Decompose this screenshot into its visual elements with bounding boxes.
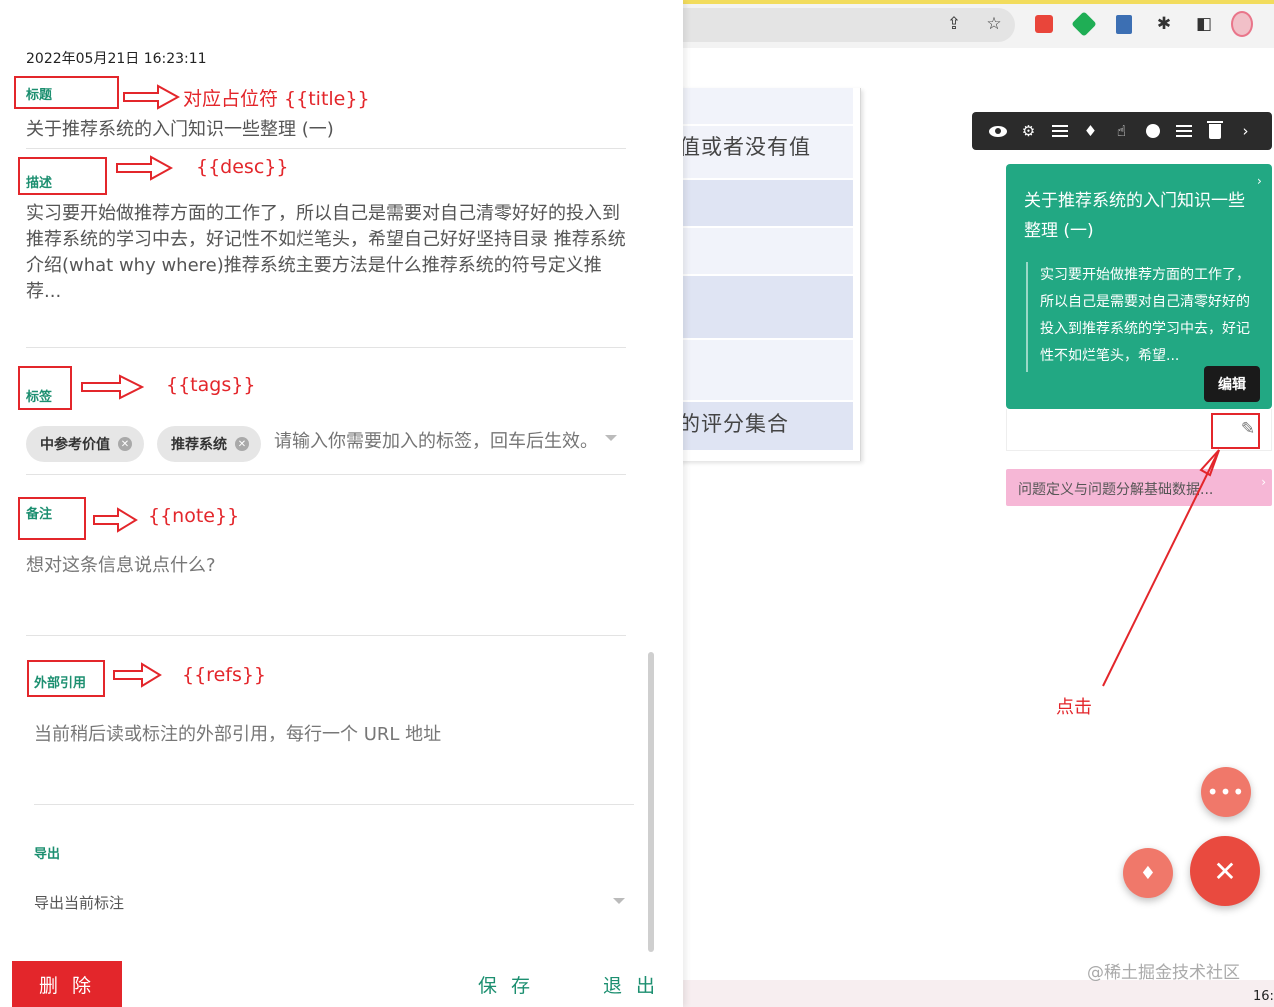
tag-chip[interactable]: 中参考价值 ✕ [26, 426, 144, 462]
pink-card-text: 问题定义与问题分解基础数据... [1018, 482, 1214, 498]
side-panel-icon[interactable]: ◧ [1193, 13, 1215, 35]
note-label: 备注 [26, 507, 53, 522]
close-fab-button[interactable]: ✕ [1190, 836, 1260, 906]
align-left-icon[interactable] [1174, 122, 1193, 141]
divider [26, 148, 626, 149]
highlighter-icon[interactable]: ♦ [1081, 122, 1100, 141]
info-icon[interactable] [1143, 122, 1162, 141]
share-icon[interactable]: ⇪ [943, 13, 965, 35]
delete-button[interactable]: 删 除 [12, 961, 122, 1007]
eye-icon[interactable] [988, 122, 1007, 141]
tags-label: 标签 [26, 390, 53, 405]
chevron-right-icon[interactable]: › [1261, 475, 1266, 489]
edit-tooltip: 编辑 [1204, 366, 1260, 402]
article-text-line: 值或者没有值 [679, 135, 811, 159]
card-footer [1006, 409, 1272, 451]
more-fab-button[interactable]: ••• [1201, 767, 1251, 817]
watermark: @稀土掘金技术社区 [1087, 963, 1240, 983]
taskbar [677, 980, 1274, 1007]
bookmark-star-icon[interactable]: ☆ [983, 13, 1005, 35]
note-field[interactable]: 想对这条信息说点什么? [26, 551, 216, 577]
refs-label: 外部引用 [34, 676, 87, 691]
article-text-line: 的评分集合 [679, 412, 789, 436]
annotation-card-pink[interactable]: 问题定义与问题分解基础数据... › [1006, 469, 1272, 506]
tag-chip-label: 推荐系统 [171, 437, 227, 453]
arrow-icon [81, 374, 144, 400]
pencil-icon[interactable]: ✎ [1237, 418, 1259, 440]
refs-placeholder-hint: {{refs}} [182, 664, 267, 686]
panel-scrollbar[interactable] [648, 652, 654, 952]
chevron-down-icon[interactable] [613, 898, 625, 904]
card-quote: 实习要开始做推荐方面的工作了，所以自己是需要对自己清零好好的投入到推荐系统的学习… [1026, 262, 1258, 372]
extensions-puzzle-icon[interactable]: ✱ [1153, 13, 1175, 35]
exit-button[interactable]: 退 出 [603, 971, 659, 998]
extension-green-icon[interactable] [1071, 11, 1097, 37]
export-select[interactable]: 导出当前标注 [34, 892, 124, 913]
card-title: 关于推荐系统的入门知识一些整理 (一) [1024, 191, 1245, 241]
divider [34, 804, 634, 805]
desc-placeholder-hint: {{desc}} [196, 156, 289, 178]
list-icon[interactable] [1050, 122, 1069, 141]
chevron-right-icon[interactable]: › [1257, 174, 1262, 188]
note-placeholder-hint: {{note}} [148, 505, 240, 527]
divider [26, 474, 626, 475]
close-icon[interactable]: ✕ [235, 437, 249, 451]
taskbar-clock: 16:2 [1253, 989, 1274, 1004]
title-field[interactable]: 关于推荐系统的入门知识一些整理 (一) [26, 115, 334, 141]
browser-window: ⇪ ☆ ✱ ◧ 值或者没有值 的评分集合 ⚙ ♦ ☝ › 关于推荐系统的入门知识… [677, 0, 1274, 1007]
refs-field[interactable]: 当前稍后读或标注的外部引用，每行一个 URL 地址 [34, 720, 441, 746]
annotation-edit-panel: 2022年05月21日 16:23:11 标题 对应占位符 {{title}} … [0, 0, 683, 1007]
click-annotation-label: 点击 [1056, 697, 1092, 718]
divider [26, 347, 626, 348]
annotation-datetime: 2022年05月21日 16:23:11 [26, 51, 207, 67]
annotation-toolbar: ⚙ ♦ ☝ › [972, 112, 1272, 150]
arrow-icon [93, 507, 138, 533]
pointer-icon[interactable]: ☝ [1112, 122, 1131, 141]
profile-avatar[interactable] [1231, 11, 1253, 37]
tag-chip[interactable]: 推荐系统 ✕ [157, 426, 261, 462]
trash-icon[interactable] [1205, 120, 1224, 141]
extension-pdf-icon[interactable] [1033, 13, 1055, 35]
export-label: 导出 [34, 847, 61, 862]
arrow-icon [113, 662, 162, 688]
desc-label: 描述 [26, 176, 53, 191]
close-icon[interactable]: ✕ [118, 437, 132, 451]
chevron-right-icon[interactable]: › [1236, 122, 1255, 141]
arrow-icon [123, 84, 180, 110]
save-button[interactable]: 保 存 [478, 971, 534, 998]
article-content: 值或者没有值 的评分集合 [677, 88, 861, 461]
highlighter-fab-button[interactable]: ♦ [1123, 848, 1173, 898]
extension-calculator-icon[interactable] [1113, 13, 1135, 35]
arrow-icon [116, 155, 173, 181]
tags-placeholder-hint: {{tags}} [166, 374, 256, 396]
tags-input[interactable] [274, 431, 604, 452]
tag-chip-label: 中参考价值 [40, 437, 110, 453]
chevron-down-icon[interactable] [605, 435, 617, 441]
gear-icon[interactable]: ⚙ [1019, 122, 1038, 141]
divider [26, 635, 626, 636]
title-label: 标题 [26, 88, 53, 103]
desc-field[interactable]: 实习要开始做推荐方面的工作了，所以自己是需要对自己清零好好的投入到推荐系统的学习… [26, 201, 626, 305]
title-placeholder-hint: 对应占位符 {{title}} [183, 88, 370, 110]
